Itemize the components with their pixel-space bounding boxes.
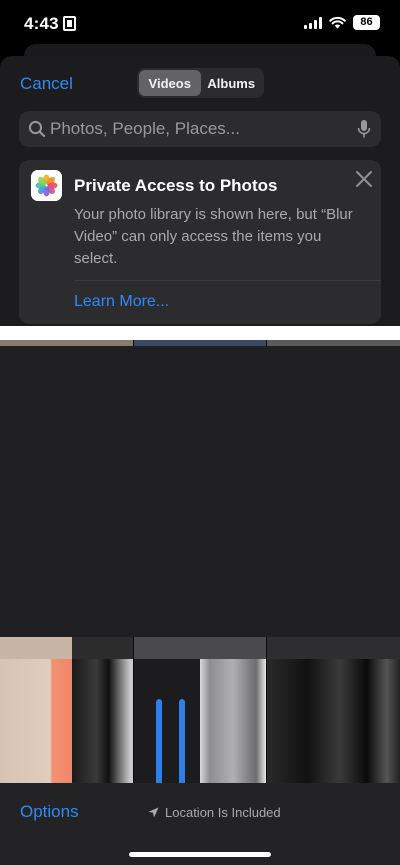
wifi-icon bbox=[329, 16, 346, 29]
card-title: Private Access to Photos bbox=[74, 176, 278, 195]
location-arrow-icon bbox=[148, 807, 159, 818]
location-text: Location Is Included bbox=[165, 805, 281, 820]
location-status: Location Is Included bbox=[148, 805, 281, 820]
search-icon bbox=[28, 120, 46, 138]
video-thumbnail[interactable] bbox=[134, 637, 266, 659]
video-thumbnail[interactable] bbox=[267, 659, 400, 783]
photo-picker-sheet: Cancel Videos Albums Photos, People, Pla… bbox=[0, 56, 400, 865]
sim-icon bbox=[63, 16, 76, 31]
video-thumbnail[interactable] bbox=[0, 659, 72, 783]
private-access-card: Private Access to Photos Your photo libr… bbox=[19, 160, 381, 324]
cancel-button[interactable]: Cancel bbox=[20, 74, 73, 94]
photos-app-icon bbox=[31, 170, 62, 201]
battery-icon: 86 bbox=[353, 15, 380, 30]
tab-videos[interactable]: Videos bbox=[139, 70, 201, 96]
video-thumbnail[interactable] bbox=[134, 659, 200, 783]
options-button[interactable]: Options bbox=[20, 802, 79, 822]
search-input[interactable] bbox=[50, 111, 340, 147]
search-bar bbox=[19, 111, 381, 147]
video-thumbnail[interactable] bbox=[200, 659, 266, 783]
signal-icon bbox=[304, 16, 322, 29]
status-time: 4:43 bbox=[24, 14, 59, 33]
mic-icon[interactable] bbox=[357, 119, 371, 139]
bottom-toolbar: Options Location Is Included bbox=[0, 783, 400, 865]
media-type-segmented-control: Videos Albums bbox=[137, 68, 264, 98]
card-divider bbox=[74, 280, 381, 281]
tab-albums[interactable]: Albums bbox=[201, 70, 263, 96]
status-indicators: 86 bbox=[304, 15, 380, 30]
close-icon[interactable] bbox=[355, 170, 373, 188]
status-bar: 4:43 86 bbox=[0, 0, 400, 46]
learn-more-link[interactable]: Learn More... bbox=[74, 293, 169, 311]
home-indicator[interactable] bbox=[129, 852, 271, 857]
loading-overlay bbox=[0, 346, 400, 637]
video-thumbnail[interactable] bbox=[0, 637, 72, 659]
grid-separator bbox=[0, 326, 400, 340]
card-description: Your photo library is shown here, but “B… bbox=[74, 206, 353, 267]
video-thumbnail[interactable] bbox=[72, 659, 133, 783]
video-thumbnail[interactable] bbox=[72, 637, 133, 659]
video-thumbnail[interactable] bbox=[267, 637, 400, 659]
